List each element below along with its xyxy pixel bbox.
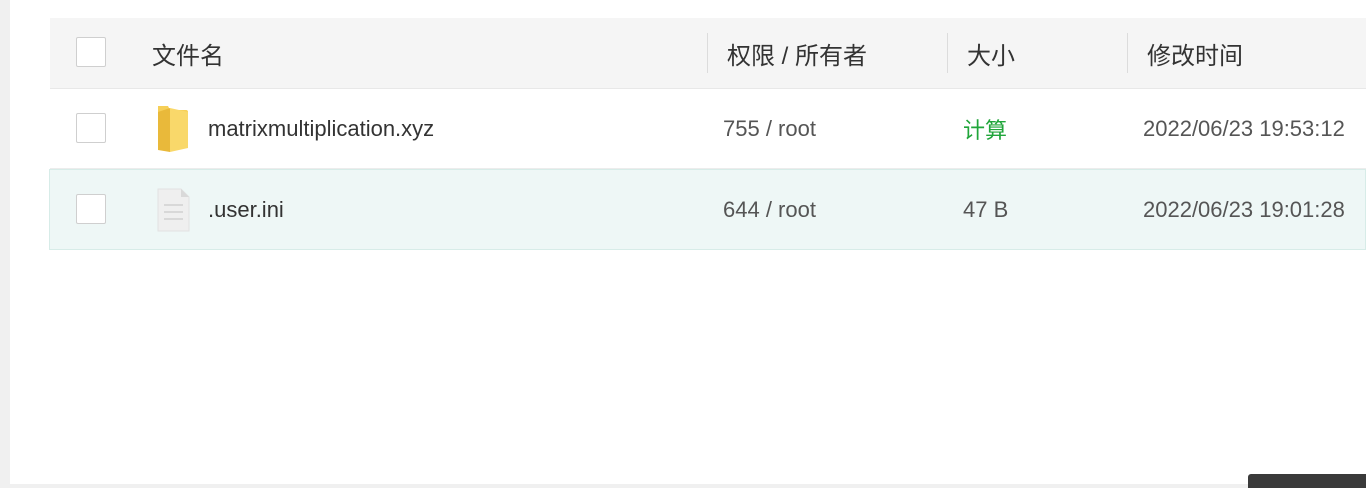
file-icon bbox=[157, 185, 191, 235]
file-name: .user.ini bbox=[208, 196, 284, 222]
column-resize-handle[interactable] bbox=[1127, 33, 1128, 73]
file-name-link[interactable]: .user.ini bbox=[208, 170, 284, 249]
modified-value: 2022/06/23 19:53:12 bbox=[1143, 115, 1345, 141]
size-value: 47 B bbox=[963, 196, 1009, 222]
modified-cell: 2022/06/23 19:53:12 bbox=[1143, 89, 1345, 168]
modified-cell: 2022/06/23 19:01:28 bbox=[1143, 170, 1345, 249]
size-cell: 47 B bbox=[963, 170, 1008, 249]
size-cell: 计算 bbox=[963, 89, 1007, 168]
file-name-link[interactable]: matrixmultiplication.xyz bbox=[208, 89, 434, 168]
calculate-size-link[interactable]: 计算 bbox=[963, 113, 1007, 145]
header-size-label: 大小 bbox=[967, 42, 1015, 70]
header-modified-label: 修改时间 bbox=[1147, 42, 1243, 70]
permission-value: 755 / root bbox=[723, 115, 816, 141]
table-header: 文件名 权限 / 所有者 大小 修改时间 bbox=[50, 18, 1366, 89]
header-permission-label: 权限 / 所有者 bbox=[727, 42, 868, 70]
row-checkbox[interactable] bbox=[76, 193, 106, 224]
header-permission[interactable]: 权限 / 所有者 bbox=[727, 18, 867, 88]
column-resize-handle[interactable] bbox=[947, 33, 948, 73]
tooltip-popup bbox=[1248, 474, 1366, 488]
file-name: matrixmultiplication.xyz bbox=[208, 115, 435, 141]
modified-value: 2022/06/23 19:01:28 bbox=[1143, 196, 1345, 222]
header-name[interactable]: 文件名 bbox=[152, 18, 224, 88]
permission-cell[interactable]: 644 / root bbox=[723, 170, 816, 249]
header-modified[interactable]: 修改时间 bbox=[1147, 18, 1243, 88]
folder-icon bbox=[156, 104, 190, 154]
permission-cell[interactable]: 755 / root bbox=[723, 89, 816, 168]
header-name-label: 文件名 bbox=[152, 42, 224, 70]
row-checkbox[interactable] bbox=[76, 112, 106, 143]
header-size[interactable]: 大小 bbox=[967, 18, 1015, 88]
table-row[interactable]: .user.ini 644 / root 47 B 2022/06/23 19:… bbox=[49, 169, 1366, 250]
permission-value: 644 / root bbox=[723, 196, 816, 222]
table-row[interactable]: matrixmultiplication.xyz 755 / root 计算 2… bbox=[50, 89, 1366, 169]
select-all-checkbox[interactable] bbox=[76, 37, 106, 67]
file-table: 文件名 权限 / 所有者 大小 修改时间 matrixmultiplicatio… bbox=[49, 18, 1366, 250]
column-resize-handle[interactable] bbox=[707, 33, 708, 73]
